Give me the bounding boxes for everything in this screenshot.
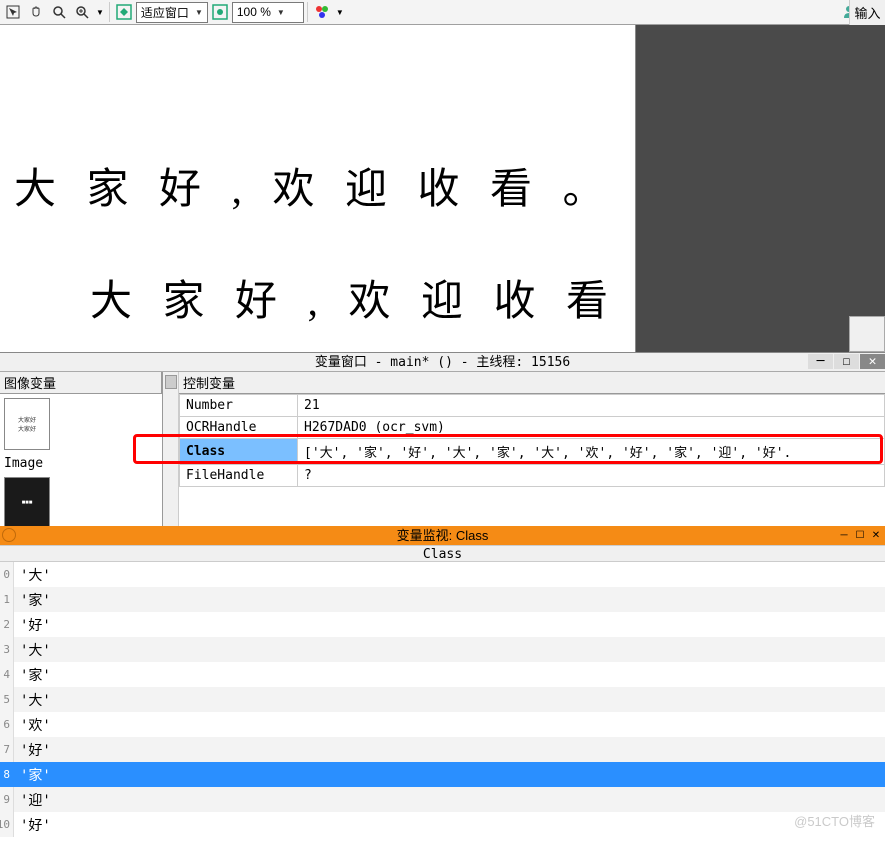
minimize-button[interactable]: ─ xyxy=(808,354,833,369)
variable-window-body: 图像变量 大家好大家好 Image ■■■ 控制变量 Number 21 OCR… xyxy=(0,371,885,526)
canvas-text-line1: 大 家 好 , 欢 迎 收 看 。 xyxy=(14,155,615,216)
row-index: 0 xyxy=(0,562,14,587)
input-label: 输入 xyxy=(849,0,885,25)
var-value: H267DAD0 (ocr_svm) xyxy=(298,417,885,439)
row-index: 7 xyxy=(0,737,14,762)
fit-icon[interactable] xyxy=(113,1,135,23)
list-item[interactable]: 9'迎' xyxy=(0,787,885,812)
row-value: '大' xyxy=(14,640,885,660)
zoom-dropdown[interactable]: 100 % ▼ xyxy=(232,2,304,23)
row-index: 1 xyxy=(0,587,14,612)
variable-window-title: 变量窗口 - main* () - 主线程: 15156 xyxy=(315,355,570,370)
class-column-header: Class xyxy=(0,545,885,562)
var-name: Number xyxy=(180,395,298,417)
side-gray-panel: 输入 xyxy=(635,25,885,352)
image-thumbnail[interactable]: 大家好大家好 xyxy=(4,398,50,450)
row-index: 4 xyxy=(0,662,14,687)
variable-monitor-titlebar: 变量监视: Class ─ ☐ ✕ xyxy=(0,526,885,545)
list-item[interactable]: 5'大' xyxy=(0,687,885,712)
var-name: OCRHandle xyxy=(180,417,298,439)
list-item[interactable]: 4'家' xyxy=(0,662,885,687)
hand-tool[interactable] xyxy=(25,1,47,23)
main-toolbar: ▼ 适应窗口 ▼ 100 % ▼ ▼ xyxy=(0,0,885,25)
list-item[interactable]: 3'大' xyxy=(0,637,885,662)
list-item[interactable]: 1'家' xyxy=(0,587,885,612)
class-value-list: 0'大'1'家'2'好'3'大'4'家'5'大'6'欢'7'好'8'家'9'迎'… xyxy=(0,562,885,837)
separator xyxy=(307,2,308,22)
row-index: 2 xyxy=(0,612,14,637)
table-row[interactable]: OCRHandle H267DAD0 (ocr_svm) xyxy=(180,417,885,439)
row-index: 3 xyxy=(0,637,14,662)
row-value: '大' xyxy=(14,690,885,710)
monitor-title-text: 变量监视: Class xyxy=(397,528,489,543)
fit-window-label: 适应窗口 xyxy=(141,4,189,21)
watermark: @51CTO博客 xyxy=(794,811,875,830)
main-area: 大 家 好 , 欢 迎 收 看 。 大 家 好 , 欢 迎 收 看 。 输入 xyxy=(0,25,885,352)
row-value: '好' xyxy=(14,740,885,760)
image-variables-label: 图像变量 xyxy=(0,372,162,394)
zoom-level-icon[interactable] xyxy=(209,1,231,23)
var-name: FileHandle xyxy=(180,465,298,487)
row-index: 6 xyxy=(0,712,14,737)
list-item[interactable]: 10'好' xyxy=(0,812,885,837)
zoom-in-tool[interactable] xyxy=(71,1,93,23)
maximize-button[interactable]: ☐ xyxy=(853,528,867,542)
list-item[interactable]: 2'好' xyxy=(0,612,885,637)
row-value: '好' xyxy=(14,615,885,635)
row-value: '家' xyxy=(14,590,885,610)
list-item[interactable]: 6'欢' xyxy=(0,712,885,737)
separator xyxy=(109,2,110,22)
list-item[interactable]: 7'好' xyxy=(0,737,885,762)
row-value: '好' xyxy=(14,815,885,835)
row-index: 9 xyxy=(0,787,14,812)
zoom-tool[interactable] xyxy=(48,1,70,23)
var-value: 21 xyxy=(298,395,885,417)
list-item-selected[interactable]: 8'家' xyxy=(0,762,885,787)
var-value: ['大', '家', '好', '大', '家', '大', '欢', '好',… xyxy=(298,439,885,465)
row-value: '迎' xyxy=(14,790,885,810)
row-index: 10 xyxy=(0,812,14,837)
table-row[interactable]: FileHandle ? xyxy=(180,465,885,487)
image-thumbnail-dark[interactable]: ■■■ xyxy=(4,477,50,529)
chevron-down-icon: ▼ xyxy=(277,8,285,17)
close-button[interactable]: ✕ xyxy=(869,528,883,542)
row-value: '大' xyxy=(14,565,885,585)
color-dropdown-icon[interactable]: ▼ xyxy=(334,8,346,17)
zoom-value: 100 % xyxy=(237,5,271,19)
control-variables-column: 控制变量 Number 21 OCRHandle H267DAD0 (ocr_s… xyxy=(179,372,885,526)
row-index: 8 xyxy=(0,762,14,787)
panel-corner-box xyxy=(849,316,885,352)
variable-window-titlebar: 变量窗口 - main* () - 主线程: 15156 ─ ☐ ✕ xyxy=(0,352,885,371)
close-button[interactable]: ✕ xyxy=(860,354,885,369)
scrollbar[interactable] xyxy=(163,372,179,526)
maximize-button[interactable]: ☐ xyxy=(834,354,859,369)
zoom-dropdown-icon[interactable]: ▼ xyxy=(94,8,106,17)
fit-window-dropdown[interactable]: 适应窗口 ▼ xyxy=(136,2,208,23)
minimize-button[interactable]: ─ xyxy=(837,528,851,542)
pointer-tool[interactable] xyxy=(2,1,24,23)
list-item[interactable]: 0'大' xyxy=(0,562,885,587)
table-row[interactable]: Number 21 xyxy=(180,395,885,417)
variable-table: Number 21 OCRHandle H267DAD0 (ocr_svm) C… xyxy=(179,394,885,487)
chevron-down-icon: ▼ xyxy=(195,8,203,17)
row-value: '欢' xyxy=(14,715,885,735)
row-value: '家' xyxy=(14,765,885,785)
row-value: '家' xyxy=(14,665,885,685)
control-variables-label: 控制变量 xyxy=(179,372,885,394)
monitor-icon xyxy=(2,528,16,542)
color-tool[interactable] xyxy=(311,1,333,23)
image-canvas[interactable]: 大 家 好 , 欢 迎 收 看 。 大 家 好 , 欢 迎 收 看 。 xyxy=(0,25,635,352)
image-label: Image xyxy=(0,454,162,473)
var-value: ? xyxy=(298,465,885,487)
var-name: Class xyxy=(180,439,298,465)
image-variables-column: 图像变量 大家好大家好 Image ■■■ xyxy=(0,372,163,526)
table-row-selected[interactable]: Class ['大', '家', '好', '大', '家', '大', '欢'… xyxy=(180,439,885,465)
row-index: 5 xyxy=(0,687,14,712)
